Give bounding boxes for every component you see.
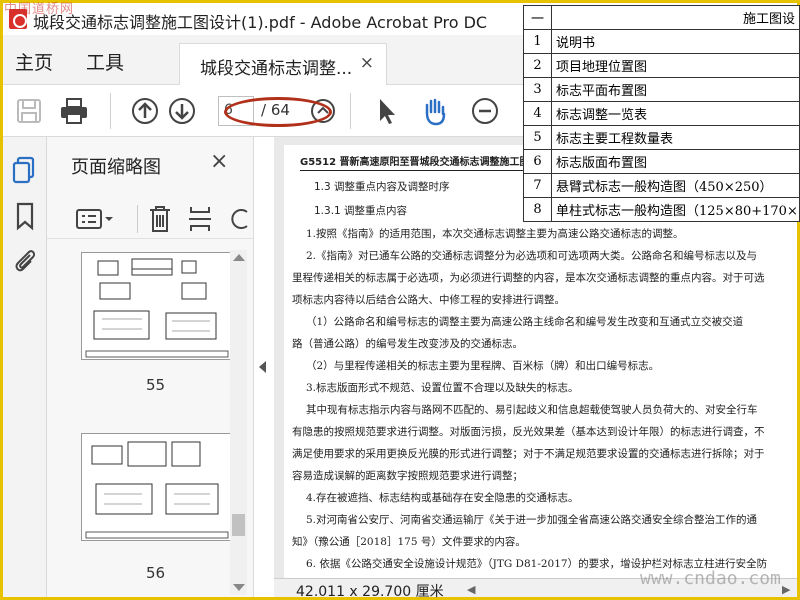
table-row: 8 单柱式标志一般构造图（125×80+170× [523,197,800,222]
select-arrow-icon[interactable] [371,95,403,127]
table-row: 5 标志主要工程数量表 [523,125,800,150]
window-title: 城段交通标志调整施工图设计(1).pdf - Adobe Acrobat Pro… [33,13,488,32]
scroll-right-icon[interactable]: ▶ [782,583,790,596]
table-row: 2 项目地理位置图 [523,53,800,78]
page-thumbnail[interactable] [81,433,231,541]
drawing-title: 标志调整一览表 [551,101,800,126]
paragraph-line: 满足使用要求的采用更换反光膜的形式进行调整；对于不满足规范要求设置的交通标志进行… [292,448,765,460]
attachment-icon[interactable] [11,245,39,275]
bookmark-icon[interactable] [11,201,39,231]
delete-icon[interactable] [147,204,173,234]
drawing-title: 标志版面布置图 [551,149,800,174]
table-row: 7 悬臂式标志一般构造图（450×250） [523,173,800,198]
paragraph-line: 容易造成误解的距离数字按照规范要求进行调整； [292,470,523,482]
thumbnail-page-label: 56 [146,564,166,582]
scroll-up-icon[interactable] [233,254,245,261]
thumbnail-panel-title: 页面缩略图 [71,157,161,178]
table-header-cell: 施工图设 [551,5,800,30]
table-header-row: 一 施工图设 [523,5,800,30]
save-icon[interactable] [13,95,45,127]
paragraph-line: 项标志内容待以后结合公路大、中修工程的安排进行调整。 [292,294,565,306]
row-number: 7 [523,173,552,198]
row-number: 1 [523,29,552,54]
rotate-icon[interactable] [227,204,251,234]
row-number: 3 [523,77,552,102]
paragraph-line: 3.标志版面形式不规范、设置位置不合理以及缺失的标志。 [306,382,579,394]
table-header-cell: 一 [523,5,552,30]
table-row: 4 标志调整一览表 [523,101,800,126]
thumbnail-panel: 页面缩略图 × 55 56 [47,137,254,597]
thumbnail-scrollbar[interactable] [230,250,247,595]
thumbnail-drawing [85,258,229,358]
page-size: 42.011 x 29.700 厘米 [296,584,444,600]
menu-home[interactable]: 主页 [15,48,53,75]
watermark-top: 中国道桥网 [4,2,75,17]
drawing-title: 悬臂式标志一般构造图（450×250） [551,173,800,198]
row-number: 8 [523,197,552,222]
subsection-heading: 1.3.1 调整重点内容 [314,205,408,217]
page-up-icon[interactable] [129,95,161,127]
options-menu-icon[interactable] [75,205,115,233]
row-number: 2 [523,53,552,78]
scrollbar-thumb[interactable] [232,514,245,536]
document-tab-label: 城段交通标志调整... [200,59,353,79]
highlight-ellipse [224,97,332,127]
pages-icon[interactable] [11,155,39,185]
page-down-icon[interactable] [166,95,198,127]
toolbar-separator [350,93,351,129]
paragraph-line: 4.存在被遮挡、标志结构或基础存在安全隐患的交通标志。 [306,492,579,504]
paragraph-line: 5.对河南省公安厅、河南省交通运输厅《关于进一步加强全省高速公路交通安全综合整治… [306,514,758,526]
drawing-title: 项目地理位置图 [551,53,800,78]
table-row: 1 说明书 [523,29,800,54]
section-heading: 1.3 调整重点内容及调整时序 [314,181,450,193]
close-tab-icon[interactable]: × [360,53,374,73]
page-thumbnail[interactable] [81,252,231,360]
navigation-rail [3,137,47,597]
scroll-down-icon[interactable] [233,584,245,591]
scroll-left-icon[interactable]: ◀ [467,583,475,596]
thumbnail-drawing [85,441,229,539]
row-number: 6 [523,149,552,174]
thumbnail-page-label: 55 [146,376,166,394]
row-number: 5 [523,125,552,150]
paragraph-line: 2.《指南》对已通车公路的交通标志调整分为必选项和可选项两大类。公路命名和编号标… [306,250,758,262]
print-icon[interactable] [58,95,90,127]
paragraph-line: （2）与里程传递相关的标志主要为里程牌、百米标（牌）和出口编号标志。 [306,360,660,372]
toolbar-separator [137,205,138,233]
table-row: 6 标志版面布置图 [523,149,800,174]
paragraph-line: 里程传递相关的标志属于必选项，为必须进行调整的内容，是本次交通标志调整的重点内容… [292,272,765,284]
menu-tools[interactable]: 工具 [86,48,124,75]
paragraph-line: 其中现有标志指示内容与路网不匹配的、易引起歧义和信息超载使驾驶人员负荷大的、对安… [306,404,758,416]
drawing-title: 标志主要工程数量表 [551,125,800,150]
drawing-index-table: 一 施工图设 1 说明书 2 项目地理位置图 3 标志平面布置图 4 标志调整一览表 5 标志主要… [523,5,800,222]
paragraph-line: 知》（豫公通［2018］175 号）文件要求的内容。 [292,536,526,548]
zoom-out-icon[interactable] [469,95,501,127]
drawing-title: 说明书 [551,29,800,54]
hand-tool-icon[interactable] [419,95,451,127]
document-tab[interactable]: 城段交通标志调整... × [179,43,387,85]
drawing-title: 标志平面布置图 [551,77,800,102]
extract-pages-icon[interactable] [187,204,213,234]
drawing-title: 单柱式标志一般构造图（125×80+170× [551,197,800,222]
paragraph-line: 有隐患的按照规范要求进行调整。对版面污损，反光效果差（基本达到设计年限）的标志进… [292,426,765,438]
paragraph-line: 1.按照《指南》的适用范围，本次交通标志调整主要为高速公路交通标志的调整。 [306,228,684,240]
paragraph-line: 路（普通公路）的编号发生改变涉及的交通标志。 [292,338,523,350]
thumbnail-toolbar [47,199,254,239]
row-number: 4 [523,101,552,126]
collapse-panel-icon[interactable] [259,361,266,373]
paragraph-line: （1）公路命名和编号标志的调整主要为高速公路主线命名和编号发生改变和互通式立交被… [306,316,744,328]
toolbar-separator [110,93,111,129]
table-row: 3 标志平面布置图 [523,77,800,102]
watermark-bottom: www.cndao.com [640,568,781,589]
close-panel-icon[interactable]: × [210,149,228,174]
